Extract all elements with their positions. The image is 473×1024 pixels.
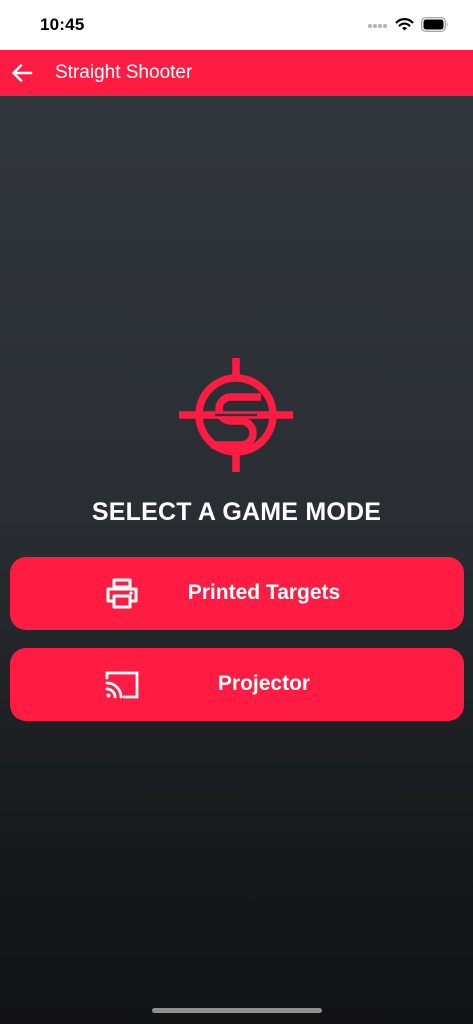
projector-label: Projector (217, 672, 311, 695)
wifi-icon (395, 18, 414, 31)
battery-icon (421, 17, 448, 32)
status-time: 10:45 (40, 15, 85, 34)
status-bar: 10:45 (0, 0, 473, 50)
crosshair-s-logo (179, 358, 293, 472)
status-icons (368, 16, 449, 36)
game-mode-screen: SELECT A GAME MODE Printed Targets Proje… (0, 96, 473, 1024)
home-indicator[interactable] (152, 1008, 322, 1013)
app-bar: Straight Shooter (0, 50, 473, 96)
arrow-left-icon (11, 63, 33, 83)
printed-targets-label: Printed Targets (187, 581, 341, 604)
app-title: Straight Shooter (55, 62, 193, 83)
back-button[interactable] (8, 59, 36, 87)
page-heading: SELECT A GAME MODE (91, 498, 382, 526)
cellular-signal-icon (368, 24, 390, 29)
printed-targets-button[interactable]: Printed Targets (10, 557, 464, 630)
projector-button[interactable]: Projector (10, 648, 464, 721)
